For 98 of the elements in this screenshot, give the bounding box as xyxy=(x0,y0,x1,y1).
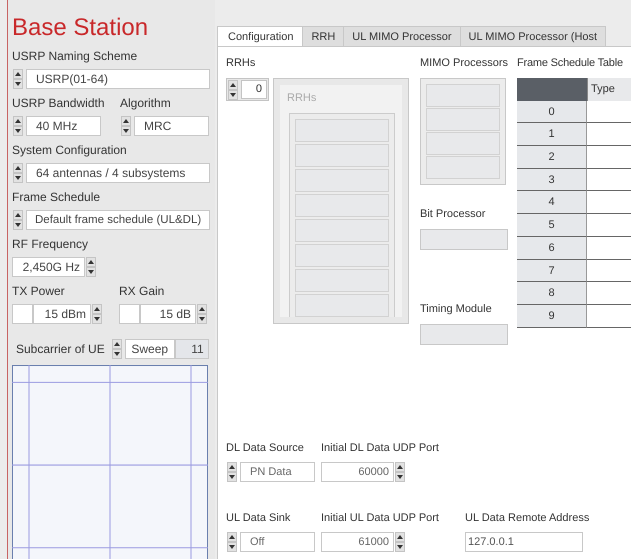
ring-field[interactable]: Off xyxy=(240,532,315,552)
panel-title: Base Station xyxy=(12,14,150,42)
unit-box xyxy=(119,304,140,324)
decrement-button[interactable] xyxy=(92,314,102,324)
increment-button[interactable] xyxy=(13,210,23,220)
ring-field[interactable]: Sweep xyxy=(124,339,175,359)
down-arrow-icon xyxy=(15,129,21,133)
decrement-button[interactable] xyxy=(228,90,238,100)
increment-button[interactable] xyxy=(13,69,23,79)
down-arrow-icon xyxy=(230,92,236,96)
field-label: Frame Schedule xyxy=(12,190,102,204)
numeric-field[interactable]: 2,450G Hz xyxy=(12,257,85,277)
ring-field[interactable]: USRP(01-64) xyxy=(26,69,210,89)
index-control[interactable]: 0 xyxy=(226,78,269,101)
field-label: TX Power xyxy=(12,284,66,298)
index-value: 0 xyxy=(241,80,267,99)
increment-button[interactable] xyxy=(121,116,131,126)
field-label: UL Data Sink xyxy=(226,511,292,525)
decrement-button[interactable] xyxy=(13,173,23,183)
tab[interactable]: UL MIMO Processor (Host xyxy=(460,26,606,46)
increment-button[interactable] xyxy=(228,80,238,90)
increment-button[interactable] xyxy=(227,462,237,472)
ring-field[interactable]: PN Data xyxy=(240,462,315,482)
down-arrow-icon xyxy=(88,270,94,274)
down-arrow-icon xyxy=(94,317,100,321)
decrement-button[interactable] xyxy=(197,314,207,324)
row-header: 1 xyxy=(517,123,587,146)
cluster-label: RRHs xyxy=(287,91,318,105)
row-header: 7 xyxy=(517,260,587,282)
unit-box xyxy=(12,304,33,324)
increment-button[interactable] xyxy=(92,304,102,314)
row-header: 6 xyxy=(517,236,587,260)
field-label: Algorithm xyxy=(120,96,172,110)
row-header: 8 xyxy=(517,282,587,305)
increment-button[interactable] xyxy=(13,163,23,173)
decrement-button[interactable] xyxy=(227,472,237,482)
section-label: RRHs xyxy=(226,56,256,70)
down-arrow-icon xyxy=(123,129,129,133)
increment-button[interactable] xyxy=(112,339,122,349)
decrement-button[interactable] xyxy=(86,267,96,277)
numeric-field[interactable]: 61000 xyxy=(321,532,394,552)
section-label: MIMO Processors xyxy=(420,56,510,70)
row-header: 2 xyxy=(517,146,587,169)
down-arrow-icon xyxy=(15,176,21,180)
field-label: UL Data Remote Address xyxy=(465,511,590,525)
down-arrow-icon xyxy=(15,223,21,227)
increment-button[interactable] xyxy=(395,462,405,472)
section-label: Timing Module xyxy=(420,302,493,316)
table-title: Frame Schedule Table xyxy=(517,56,624,70)
ring-field[interactable]: MRC xyxy=(134,116,209,136)
tab[interactable]: UL MIMO Processor xyxy=(343,26,461,46)
increment-button[interactable] xyxy=(13,116,23,126)
decrement-button[interactable] xyxy=(112,349,122,359)
row-header: 9 xyxy=(517,304,587,328)
decrement-button[interactable] xyxy=(13,79,23,89)
decrement-button[interactable] xyxy=(227,542,237,552)
decrement-button[interactable] xyxy=(395,472,405,482)
numeric-field[interactable]: 60000 xyxy=(321,462,394,482)
tab[interactable]: RRH xyxy=(302,26,344,46)
down-arrow-icon xyxy=(15,82,21,86)
row-header: 0 xyxy=(517,100,587,124)
ring-field[interactable]: 64 antennas / 4 subsystems xyxy=(26,163,210,183)
decrement-button[interactable] xyxy=(121,126,131,136)
decrement-button[interactable] xyxy=(395,542,405,552)
column-header: Type xyxy=(587,78,631,101)
field-label: USRP Naming Scheme xyxy=(12,49,138,63)
increment-button[interactable] xyxy=(86,257,96,267)
increment-button[interactable] xyxy=(395,532,405,542)
decrement-button[interactable] xyxy=(13,126,23,136)
text-field[interactable]: 127.0.0.1 xyxy=(465,532,583,552)
tab[interactable]: Configuration xyxy=(217,26,304,47)
ring-field[interactable]: 40 MHz xyxy=(26,116,101,136)
ring-field[interactable]: Default frame schedule (UL&DL) xyxy=(26,210,210,230)
field-label: USRP Bandwidth xyxy=(12,96,106,110)
down-arrow-icon xyxy=(397,475,403,479)
numeric-field[interactable]: 15 dBm xyxy=(33,304,91,324)
field-label: RX Gain xyxy=(119,284,166,298)
down-arrow-icon xyxy=(229,545,235,549)
row-header: 5 xyxy=(517,214,587,237)
numeric-field: 11 xyxy=(174,339,209,359)
field-label: RF Frequency xyxy=(12,237,90,251)
down-arrow-icon xyxy=(397,545,403,549)
numeric-field[interactable]: 15 dB xyxy=(140,304,196,324)
field-label: Subcarrier of UE xyxy=(16,342,105,356)
table-corner xyxy=(517,78,587,101)
down-arrow-icon xyxy=(229,475,235,479)
field-label: DL Data Source xyxy=(226,441,305,455)
row-header: 3 xyxy=(517,168,587,192)
row-header: 4 xyxy=(517,191,587,214)
decrement-button[interactable] xyxy=(13,220,23,230)
section-label: Bit Processor xyxy=(420,207,486,221)
increment-button[interactable] xyxy=(227,532,237,542)
field-label: Initial DL Data UDP Port xyxy=(321,441,440,455)
down-arrow-icon xyxy=(199,317,205,321)
field-label: Initial UL Data UDP Port xyxy=(321,511,440,525)
down-arrow-icon xyxy=(114,352,120,356)
field-label: System Configuration xyxy=(12,143,128,157)
increment-button[interactable] xyxy=(197,304,207,314)
